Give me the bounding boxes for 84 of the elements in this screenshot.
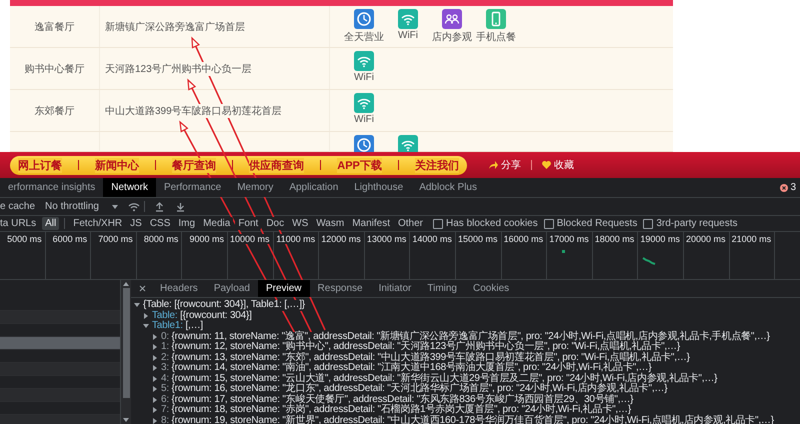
favorite-link[interactable]: 收藏 [542,158,574,172]
triangle-toggle-icon[interactable] [152,365,158,372]
waterfall-mark [642,257,656,265]
wifi-icon [354,51,374,71]
timeline-tick: 6000 ms [52,234,88,244]
store-name: 东郊餐厅 [34,104,74,118]
timeline-tick: 20000 ms [686,234,726,244]
wifi-icon [398,135,418,152]
timeline-tick: 12000 ms [321,234,361,244]
store-name: 逸富餐厅 [34,20,74,34]
checkbox[interactable] [433,218,444,228]
timeline-tick: 5000 ms [7,234,42,244]
triangle-toggle-icon[interactable] [152,396,158,403]
caret-icon[interactable] [112,204,118,208]
store-address: 新塘镇广深公路旁逸富广场首层 [105,20,245,34]
checkbox-label: Blocked Requests [556,218,638,229]
triangle-toggle-icon[interactable] [152,334,158,340]
nav-link[interactable]: 餐厅查询 [172,158,216,172]
throttling-select[interactable]: No throttling [40,201,104,212]
timeline-tick: 19000 ms [640,234,680,244]
filter-type-button[interactable]: All [42,217,60,230]
timeline-tick: 15000 ms [458,234,498,244]
clock-icon [354,9,374,29]
triangle-toggle-icon[interactable] [152,376,158,382]
triangle-toggle-icon[interactable] [152,344,158,350]
feature-label: 手机点餐 [476,30,516,44]
phone-icon [486,9,506,29]
checkbox[interactable] [643,218,654,228]
devtools-tab[interactable]: Network [103,178,156,197]
waterfall-mark [562,250,565,253]
feature-label: WiFi [398,30,418,41]
store-address: 天河路123号广州购书中心负一层 [105,62,252,76]
wifi-icon [398,9,418,29]
timeline-tick: 17000 ms [549,234,589,244]
feature-label: 全天营业 [344,30,384,44]
timeline-tick: 11000 ms [276,234,316,244]
triangle-toggle-icon[interactable] [143,312,149,319]
clock-icon [354,135,374,152]
detail-tab[interactable]: Preview [258,280,310,297]
timeline-tick: 8000 ms [144,234,178,244]
checkbox-label: 3rd-party requests [656,218,738,229]
triangle-toggle-icon[interactable] [152,386,158,392]
nav-link[interactable]: APP下载 [337,158,382,172]
triangle-toggle-icon[interactable] [143,323,149,330]
timeline-tick: 10000 ms [230,234,270,244]
scroll-down-icon[interactable] [123,418,129,422]
checkbox[interactable] [544,218,554,228]
upload-icon[interactable] [154,202,164,212]
hide-urls-label: ta URLs [0,218,38,229]
close-icon[interactable] [139,285,146,292]
nav-link[interactable]: 新闻中心 [95,158,140,172]
scrollbar[interactable] [121,280,131,424]
timeline-tick: 9000 ms [189,234,224,244]
feature-label: WiFi [354,72,374,83]
timeline-tick: 7000 ms [98,234,133,244]
store-address: 中山大道路399号车陂路口易初莲花首层 [105,104,282,118]
cache-label: e cache [0,201,36,212]
heart-icon [542,161,551,169]
error-icon [780,184,788,192]
timeline-tick: 13000 ms [366,234,406,244]
wifi-icon[interactable] [128,202,140,212]
people-icon [442,9,462,29]
timeline-tick: 14000 ms [412,234,452,244]
triangle-toggle-icon[interactable] [152,354,158,361]
filter-type-button[interactable]: Font [235,217,262,230]
feature-label: 店内参观 [432,30,472,44]
triangle-toggle-icon[interactable] [152,418,158,424]
error-count: 3 [790,182,796,193]
store-name: 购书中心餐厅 [24,62,84,76]
timeline-tick: 18000 ms [594,234,634,244]
triangle-toggle-icon[interactable] [152,407,158,414]
share-link[interactable]: 分享 [489,158,521,172]
share-icon [489,161,498,169]
scroll-up-icon[interactable] [123,282,129,286]
download-icon[interactable] [176,202,185,212]
checkbox-label: Has blocked cookies [446,218,538,229]
wifi-icon [354,93,374,113]
timeline-tick: 21000 ms [732,234,772,244]
nav-link[interactable]: 供应商查询 [249,158,304,172]
triangle-toggle-icon[interactable] [134,302,140,308]
timeline-tick: 16000 ms [504,234,544,244]
nav-link[interactable]: 关注我们 [414,158,459,172]
feature-label: WiFi [354,114,374,125]
nav-link[interactable]: 网上订餐 [18,158,62,172]
